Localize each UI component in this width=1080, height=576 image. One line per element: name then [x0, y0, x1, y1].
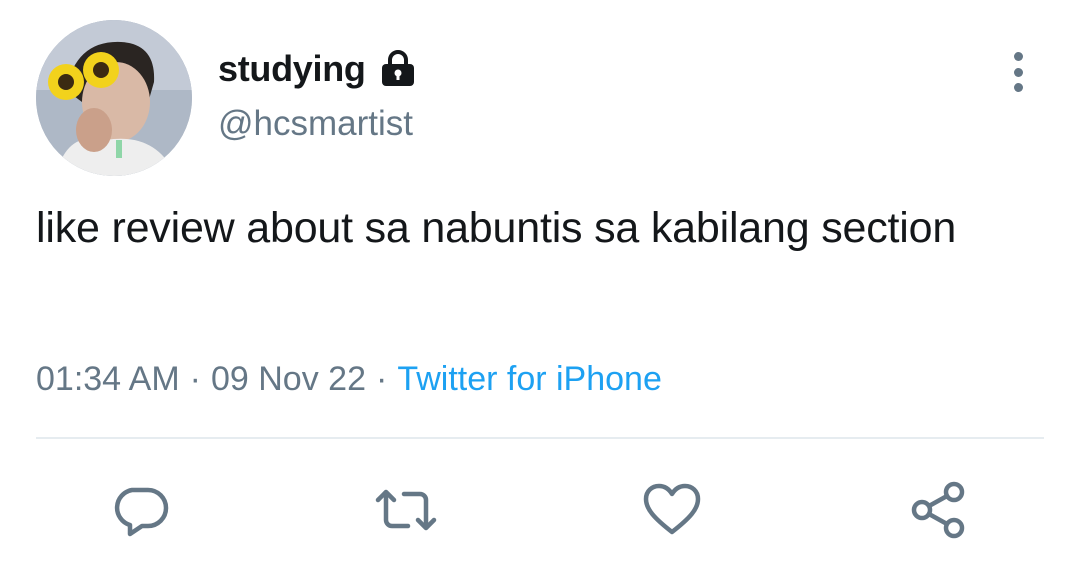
more-dot-icon [1013, 52, 1023, 61]
tweet-source-link[interactable]: Twitter for iPhone [397, 360, 662, 398]
tweet-header: studying @hcsmartist [36, 20, 418, 176]
more-dot-icon [1013, 67, 1023, 77]
reply-icon [114, 487, 169, 537]
tweet-detail: studying @hcsmartist like review about s… [0, 0, 1080, 576]
share-button[interactable] [902, 472, 974, 548]
share-icon [911, 481, 965, 539]
display-name-row: studying [218, 48, 418, 90]
meta-separator: · [375, 360, 388, 398]
avatar[interactable] [36, 20, 192, 176]
tweet-text: like review about sa nabuntis sa kabilan… [36, 204, 957, 252]
user-names: studying @hcsmartist [218, 48, 418, 144]
divider [36, 437, 1044, 439]
display-name[interactable]: studying [218, 48, 366, 90]
heart-icon [643, 483, 701, 535]
more-dot-icon [1013, 83, 1023, 92]
lock-icon [378, 49, 418, 89]
tweet-time: 01:34 AM [36, 360, 180, 398]
reply-button[interactable] [104, 472, 176, 548]
user-handle[interactable]: @hcsmartist [218, 104, 418, 144]
sunflower-left [48, 64, 84, 100]
tweet-meta: 01:34 AM · 09 Nov 22 · Twitter for iPhone [36, 360, 662, 399]
like-button[interactable] [636, 472, 708, 548]
meta-separator: · [189, 360, 201, 398]
sunflower-right [83, 52, 119, 88]
retweet-icon [375, 489, 437, 531]
tweet-date: 09 Nov 22 [210, 360, 366, 398]
more-options-button[interactable] [1006, 52, 1030, 92]
action-bar [0, 472, 1080, 552]
retweet-button[interactable] [370, 472, 442, 548]
avatar-image [36, 20, 192, 176]
